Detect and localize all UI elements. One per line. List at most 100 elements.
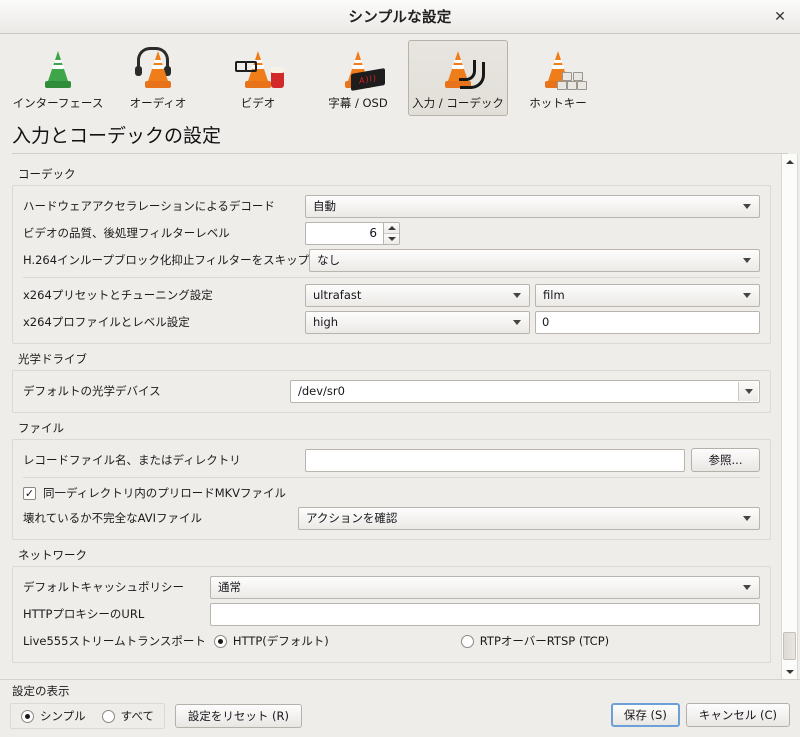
mode-all-label: すべて [120, 709, 154, 723]
vertical-scrollbar[interactable] [781, 154, 798, 679]
optical-device-combo[interactable]: /dev/sr0 [290, 379, 760, 403]
chevron-down-icon [513, 319, 521, 325]
optical-device-label: デフォルトの光学デバイス [23, 384, 161, 398]
triangle-down-icon [387, 236, 396, 241]
tab-audio[interactable]: オーディオ [108, 40, 208, 116]
record-path-label: レコードファイル名、またはディレクトリ [23, 453, 241, 467]
settings-toolbar: インターフェース オーディオ ビデオ A)l) 字幕 / OSD 入力 / コー… [0, 34, 800, 119]
hw-decode-dropdown[interactable]: 自動 [305, 194, 760, 218]
optical-device-value: /dev/sr0 [298, 384, 345, 398]
row-x264-preset: x264プリセットとチューニング設定 ultrafast film [23, 282, 760, 308]
video-quality-stepper[interactable]: 6 [305, 221, 400, 245]
x264-level-value: 0 [542, 315, 550, 329]
chevron-down-icon [743, 515, 751, 521]
chevron-down-icon [744, 388, 753, 394]
broken-avi-value: アクションを確認 [306, 511, 398, 525]
vlc-cone-green-icon [31, 45, 85, 93]
group-label-network: ネットワーク [18, 548, 87, 562]
window-title: シンプルな設定 [348, 10, 452, 26]
group-optical: デフォルトの光学デバイス /dev/sr0 [12, 370, 771, 413]
reset-settings-button[interactable]: 設定をリセット (R) [174, 704, 303, 728]
scrollbar-thumb[interactable] [783, 632, 796, 660]
tab-interface[interactable]: インターフェース [8, 40, 108, 116]
http-proxy-input[interactable] [210, 602, 760, 626]
row-h264-skip: H.264インループブロック化抑止フィルターをスキップ なし [23, 247, 760, 273]
row-http-proxy: HTTPプロキシーのURL [23, 601, 760, 627]
x264-preset-dropdown[interactable]: ultrafast [305, 283, 530, 307]
x264-preset-label: x264プリセットとチューニング設定 [23, 288, 213, 302]
preload-mkv-checkbox[interactable]: ✓ 同一ディレクトリ内のプリロードMKVファイル [23, 485, 286, 501]
x264-preset-value: ultrafast [313, 288, 362, 302]
row-cache-policy: デフォルトキャッシュポリシー 通常 [23, 574, 760, 600]
radio-dot-icon [460, 634, 474, 648]
show-settings-label: 設定の表示 [12, 684, 70, 698]
x264-profile-label: x264プロファイルとレベル設定 [23, 315, 190, 329]
row-hw-decode: ハードウェアアクセラレーションによるデコード 自動 [23, 193, 760, 219]
save-button[interactable]: 保存 (S) [610, 703, 680, 727]
live555-rtp-radio[interactable]: RTPオーバーRTSP (TCP) [460, 633, 610, 649]
chevron-down-icon [743, 292, 751, 298]
dialog-footer: 設定の表示 シンプル すべて 設定をリセット (R) 保存 (S) キャンセル … [0, 679, 800, 737]
h264-skip-dropdown[interactable]: なし [309, 248, 760, 272]
video-quality-value: 6 [305, 221, 383, 245]
group-label-file: ファイル [18, 421, 64, 435]
radio-dot-icon [21, 709, 34, 723]
tab-hotkeys[interactable]: ホットキー [508, 40, 608, 116]
broken-avi-label: 壊れているか不完全なAVIファイル [23, 511, 203, 525]
page-header: 入力とコーデックの設定 [0, 119, 800, 154]
footer-actions: 保存 (S) キャンセル (C) [610, 703, 790, 727]
group-codec: ハードウェアアクセラレーションによるデコード 自動 ビデオの品質、後処理フィルタ… [12, 185, 771, 344]
http-proxy-label: HTTPプロキシーのURL [23, 607, 145, 621]
group-label-codec: コーデック [18, 167, 76, 181]
title-bar: シンプルな設定 ✕ [0, 0, 800, 34]
broken-avi-dropdown[interactable]: アクションを確認 [298, 506, 760, 530]
cache-policy-value: 通常 [218, 580, 241, 594]
h264-skip-label: H.264インループブロック化抑止フィルターをスキップ [23, 253, 310, 267]
group-file: レコードファイル名、またはディレクトリ 参照... ✓ 同一ディレクトリ内のプリ… [12, 439, 771, 540]
video-quality-label: ビデオの品質、後処理フィルターレベル [23, 226, 230, 240]
radio-dot-icon [101, 709, 115, 723]
live555-rtp-label: RTPオーバーRTSP (TCP) [479, 634, 610, 648]
group-label-optical: 光学ドライブ [18, 352, 87, 366]
settings-mode-group: シンプル すべて [10, 703, 165, 729]
chevron-down-icon [743, 584, 751, 590]
cache-policy-dropdown[interactable]: 通常 [210, 575, 760, 599]
x264-tune-dropdown[interactable]: film [535, 283, 760, 307]
mode-simple-radio[interactable]: シンプル [21, 708, 86, 724]
close-icon[interactable]: ✕ [769, 6, 791, 28]
codec-divider [23, 277, 760, 278]
h264-skip-value: なし [317, 253, 341, 267]
settings-scroll-area: コーデック ハードウェアアクセラレーションによるデコード 自動 ビデオの品質、後… [0, 154, 800, 679]
x264-level-field[interactable]: 0 [535, 310, 760, 334]
tab-hotkeys-label: ホットキー [529, 96, 587, 110]
tab-video[interactable]: ビデオ [208, 40, 308, 116]
chevron-down-icon [513, 292, 521, 298]
chevron-down-icon [743, 257, 751, 263]
stepper-up-button[interactable] [384, 222, 399, 234]
settings-window: シンプルな設定 ✕ インターフェース オーディオ ビデオ A)l) 字幕 / O… [0, 0, 800, 737]
mode-simple-label: シンプル [40, 709, 86, 723]
live555-http-radio[interactable]: HTTP(デフォルト) [213, 633, 329, 649]
tab-input-codecs-label: 入力 / コーデック [412, 96, 504, 110]
tab-subtitles-osd-label: 字幕 / OSD [328, 96, 388, 110]
browse-button[interactable]: 参照... [691, 448, 760, 472]
triangle-down-icon [785, 669, 794, 674]
file-divider [23, 477, 760, 478]
cancel-button[interactable]: キャンセル (C) [685, 703, 790, 727]
stepper-down-button[interactable] [384, 233, 399, 244]
vlc-cone-keyboard-icon [531, 45, 587, 93]
scrollbar-track[interactable] [782, 169, 797, 664]
tab-input-codecs[interactable]: 入力 / コーデック [408, 40, 508, 116]
x264-profile-dropdown[interactable]: high [305, 310, 530, 334]
triangle-up-icon [387, 225, 396, 230]
vlc-cone-headphones-icon [131, 45, 185, 93]
scroll-down-button[interactable] [782, 664, 797, 679]
mode-all-radio[interactable]: すべて [101, 708, 154, 724]
tab-audio-label: オーディオ [129, 96, 187, 110]
scroll-up-button[interactable] [782, 154, 797, 169]
vlc-cone-glasses-popcorn-icon [231, 45, 285, 93]
triangle-up-icon [785, 159, 794, 164]
vlc-cone-cables-icon [431, 45, 485, 93]
record-path-input[interactable] [305, 448, 685, 472]
tab-subtitles-osd[interactable]: A)l) 字幕 / OSD [308, 40, 408, 116]
